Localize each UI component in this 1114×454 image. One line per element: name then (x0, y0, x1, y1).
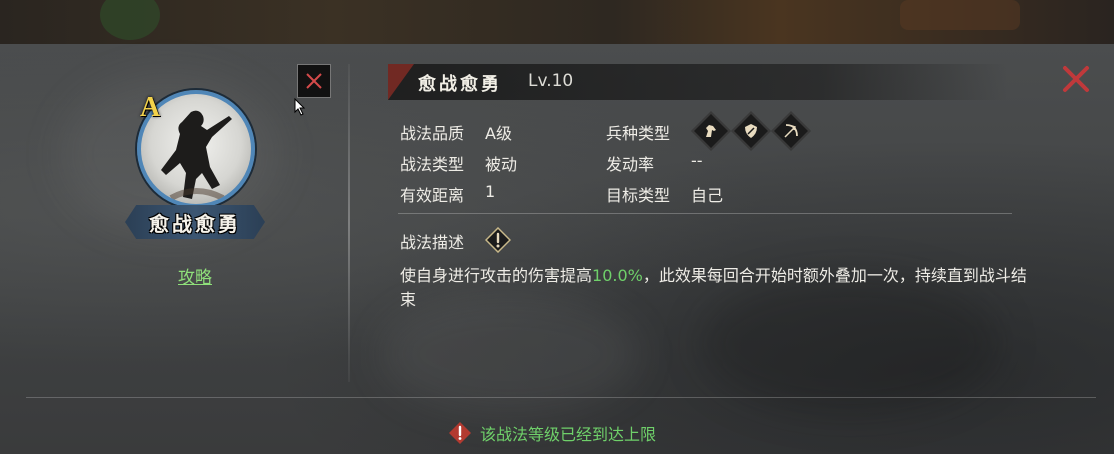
skill-title: 愈战愈勇 (418, 74, 502, 95)
description-text-start: 使自身进行攻击的伤害提高 (400, 266, 593, 285)
section-divider (398, 213, 1012, 214)
type-value: 被动 (485, 155, 518, 174)
unit-type-label: 兵种类型 (606, 124, 671, 143)
background-decoration (100, 0, 160, 40)
background-decoration (900, 0, 1020, 30)
range-value: 1 (485, 182, 496, 201)
skill-nameplate: 愈战愈勇 (125, 205, 265, 239)
grade-badge: A (140, 92, 161, 123)
guide-link[interactable]: 攻略 (178, 263, 212, 288)
small-close-button[interactable] (297, 64, 331, 98)
target-type-label: 目标类型 (606, 186, 671, 205)
vertical-divider (348, 64, 350, 382)
notice-text: 该战法等级已经到达上限 (480, 425, 657, 444)
max-level-notice: 该战法等级已经到达上限 (448, 421, 656, 445)
close-icon[interactable] (1061, 64, 1091, 94)
target-type-value: 自己 (691, 186, 724, 205)
smoke-effect (380, 294, 640, 414)
warning-icon (449, 422, 471, 444)
range-label: 有效距离 (400, 186, 465, 205)
quality-label: 战法品质 (400, 124, 465, 143)
info-diamond-icon[interactable] (485, 227, 511, 253)
trigger-rate-value: -- (691, 151, 703, 170)
mouse-cursor-icon (294, 98, 306, 116)
bottom-divider (26, 397, 1096, 398)
description-title: 战法描述 (400, 233, 465, 252)
close-icon (306, 73, 322, 89)
type-label: 战法类型 (400, 155, 465, 174)
header-accent (388, 64, 414, 100)
description-text: 使自身进行攻击的伤害提高10.0%，此效果每回合开始时额外叠加一次，持续直到战斗… (400, 264, 1030, 312)
description-highlight-value: 10.0% (592, 266, 643, 285)
skill-level: Lv.10 (528, 71, 574, 91)
quality-value: A级 (485, 124, 512, 143)
background-top-strip (0, 0, 1114, 44)
nameplate-label: 愈战愈勇 (149, 211, 241, 236)
trigger-rate-label: 发动率 (606, 155, 655, 174)
